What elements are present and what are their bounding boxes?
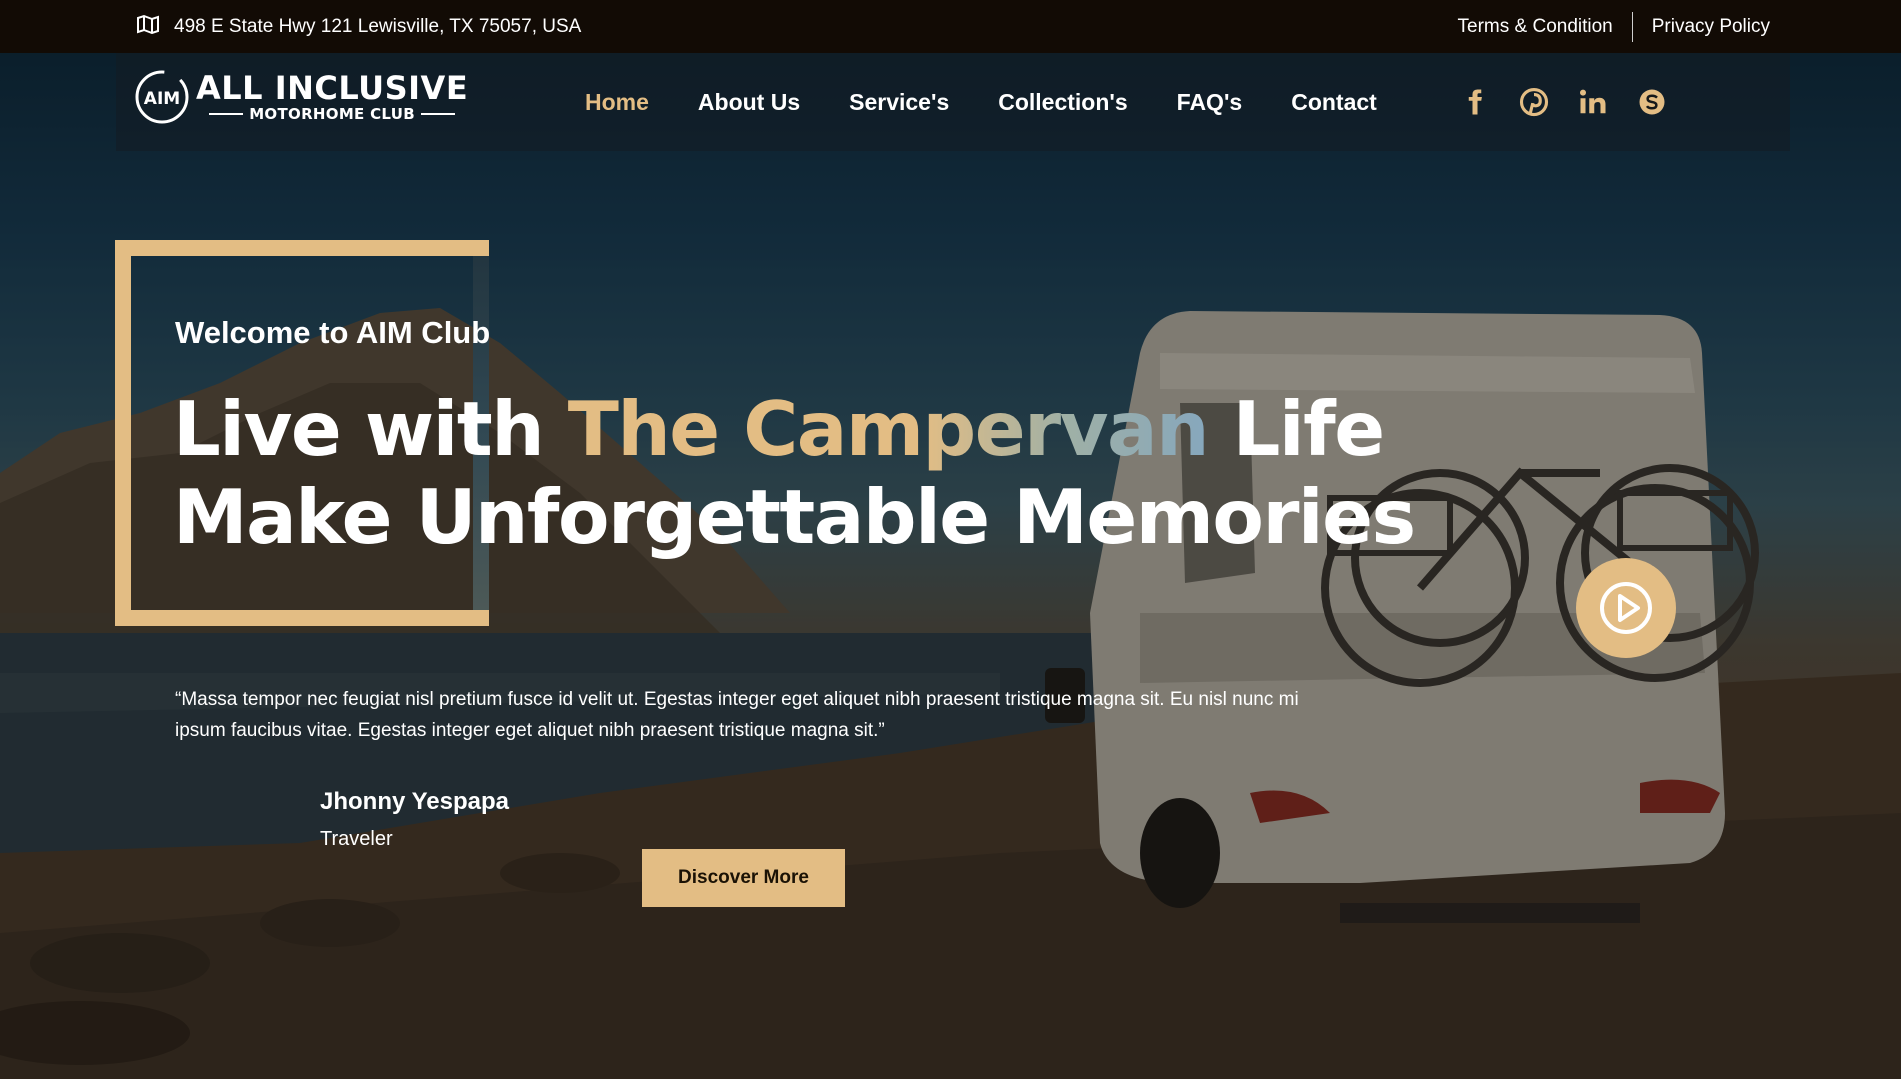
social-links (1458, 53, 1669, 151)
nav-contact[interactable]: Contact (1291, 89, 1377, 116)
author-name: Jhonny Yespapa (320, 788, 509, 815)
nav-about-us[interactable]: About Us (698, 89, 800, 116)
aim-logo-icon: AIM (135, 70, 189, 124)
address-text: 498 E State Hwy 121 Lewisville, TX 75057… (174, 15, 582, 37)
author-role: Traveler (320, 828, 393, 850)
nav-collections[interactable]: Collection's (998, 89, 1127, 116)
top-bar: 498 E State Hwy 121 Lewisville, TX 75057… (0, 0, 1901, 53)
headline-accent: The Campervan (567, 385, 1210, 473)
pinterest-icon[interactable] (1517, 85, 1551, 119)
map-icon (136, 14, 160, 40)
terms-link[interactable]: Terms & Condition (1458, 16, 1613, 38)
main-menu: Home About Us Service's Collection's FAQ… (585, 53, 1426, 151)
play-video-button[interactable] (1576, 558, 1676, 658)
divider (1631, 11, 1633, 42)
headline-line2: Make Unforgettable Memories (173, 473, 1416, 561)
logo-line1: ALL INCLUSIVE (196, 69, 469, 107)
linkedin-icon[interactable] (1576, 85, 1610, 119)
address: 498 E State Hwy 121 Lewisville, TX 75057… (136, 0, 581, 53)
nav-services[interactable]: Service's (849, 89, 949, 116)
discover-more-button[interactable]: Discover More (642, 849, 845, 907)
nav-faqs[interactable]: FAQ's (1177, 89, 1243, 116)
author: Jhonny Yespapa Traveler (320, 788, 509, 851)
headline-line1: Live with The Campervan Life (173, 385, 1385, 473)
logo-badge-text: AIM (144, 89, 180, 109)
welcome-text: Welcome to AIM Club (175, 315, 491, 350)
logo-line2-wrap: MOTORHOME CLUB (209, 105, 455, 123)
skype-icon[interactable] (1635, 85, 1669, 119)
site-logo[interactable]: AIM ALL INCLUSIVE MOTORHOME CLUB (134, 69, 468, 125)
logo-line2: MOTORHOME CLUB (249, 105, 415, 123)
facebook-icon[interactable] (1458, 85, 1492, 119)
play-icon (1600, 582, 1652, 634)
hero-quote: “Massa tempor nec feugiat nisl pretium f… (175, 689, 1299, 741)
top-links: Terms & Condition Privacy Policy (1458, 0, 1770, 53)
hero-headline: Live with The Campervan Life Make Unforg… (173, 385, 1416, 561)
navbar: AIM ALL INCLUSIVE MOTORHOME CLUB Home Ab… (116, 53, 1790, 151)
privacy-link[interactable]: Privacy Policy (1652, 16, 1770, 38)
nav-home[interactable]: Home (585, 89, 649, 116)
